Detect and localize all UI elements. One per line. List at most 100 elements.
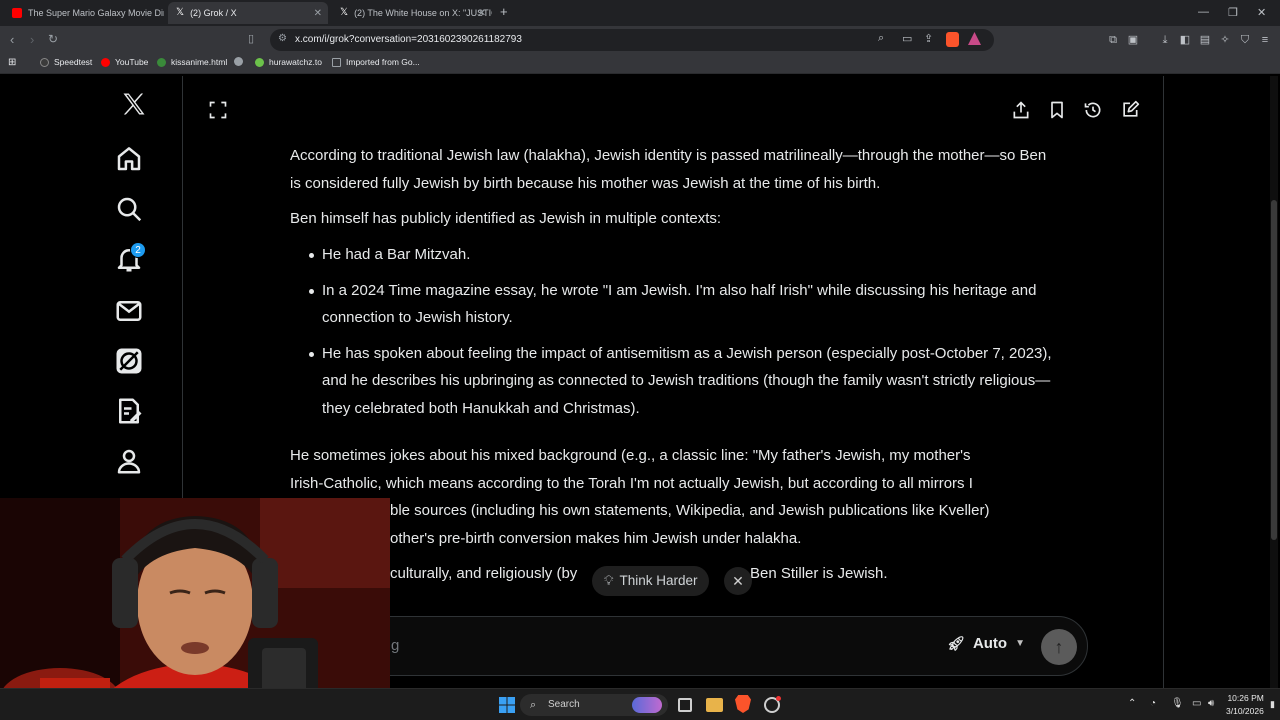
new-tab-button[interactable]: + [500,4,508,19]
list-item: He has spoken about feeling the impact o… [290,340,1060,423]
forward-icon[interactable]: › [30,32,34,47]
response-line: culturally, and religiously (by [390,565,578,582]
bookmark-kissanime[interactable]: kissanime.html [157,57,227,67]
bookmark-page-icon[interactable]: ▯ [248,32,254,45]
close-tab-icon[interactable]: ✕ [478,8,486,19]
task-view-icon[interactable] [678,698,692,712]
bookmark-label: hurawatchz.to [269,57,322,67]
grok-composer[interactable]: g 🚀︎ Auto ▼ ↑ [290,616,1088,676]
arrow-up-icon: ↑ [1054,637,1064,657]
maximize-icon[interactable]: ❐ [1228,6,1238,19]
scrollbar-thumb[interactable] [1271,200,1277,540]
hurawatch-icon [255,57,264,67]
tray-app-icon[interactable]: ◔ [1150,698,1156,709]
response-paragraph: According to traditional Jewish law (hal… [290,147,1047,192]
tab-mario-movie[interactable]: The Super Mario Galaxy Movie Direct [4,2,164,24]
brave-shield-icon[interactable] [946,32,959,47]
mode-selector[interactable]: 🚀︎ Auto ▼ [947,635,1025,652]
menu-icon[interactable]: ≡ [1258,33,1272,47]
taskbar-search[interactable]: ⌕ Search [520,694,668,716]
share-icon[interactable]: ⇪ [924,32,933,45]
response-line: other's pre-birth conversion makes him J… [390,529,802,547]
browser-tab-bar: The Super Mario Galaxy Movie Direct 𝕏 (2… [0,0,1280,26]
streamer-webcam-image [0,498,390,720]
site-info-icon[interactable]: ⚙ [278,33,287,44]
tray-chevron-up-icon[interactable]: ⌃ [1128,698,1136,709]
wallet-icon[interactable]: ▣ [1126,33,1140,47]
tab-grok[interactable]: 𝕏 (2) Grok / X ✕ [168,2,328,24]
bookmark-label: kissanime.html [171,57,228,67]
close-tab-icon[interactable]: ✕ [314,8,322,19]
reload-icon[interactable]: ↻ [48,32,58,46]
fullscreen-icon[interactable] [208,100,228,120]
bookmark-hurawatch[interactable]: hurawatchz.to [255,57,322,67]
bookmark-label: YouTube [115,57,149,67]
bookmarks-bar: ⊞ Speedtest YouTube kissanime.html huraw… [0,54,1280,74]
kissanime-icon [157,57,166,67]
wallet-card-icon[interactable]: ▤ [1198,33,1212,47]
response-line: Irish-Catholic, which means according to… [290,474,973,492]
back-icon[interactable]: ‹ [10,32,14,47]
downloads-icon[interactable]: ⤓ [1158,33,1172,47]
brave-rewards-icon[interactable] [968,32,981,45]
search-icon: ⌕ [530,699,537,711]
grok-icon[interactable] [114,346,144,376]
apps-grid-icon[interactable]: ⊞ [8,57,16,68]
tab-title: (2) Grok / X [190,8,237,18]
system-clock[interactable]: 10:26 PM 3/10/2026 [1226,692,1264,718]
bookmark-label: Imported from Go... [346,57,420,67]
tab-white-house[interactable]: 𝕏 (2) The White House on X: "JUSTICE ✕ [332,2,492,24]
response-bullet-list: He had a Bar Mitzvah. In a 2024 Time mag… [290,241,1060,422]
recording-indicator-icon [776,696,781,701]
speedtest-icon [40,57,49,67]
home-icon[interactable] [114,144,144,174]
taskbar-search-label: Search [548,699,580,710]
rocket-icon: 🚀︎ [947,635,965,651]
youtube-icon [101,57,110,67]
history-icon[interactable] [1083,100,1103,120]
list-item: In a 2024 Time magazine essay, he wrote … [290,277,1060,332]
sidebar-toggle-icon[interactable]: ◧ [1178,33,1192,47]
divider [1163,76,1164,688]
vpn-shield-icon[interactable]: ⛉ [1238,33,1252,47]
drafts-compose-icon[interactable] [114,396,144,426]
chevron-down-icon: ▼ [1015,638,1025,649]
think-harder-button[interactable]: 💡︎ Think Harder [592,566,710,596]
file-explorer-icon[interactable] [706,698,723,712]
network-icon[interactable]: ▭ [1192,698,1201,709]
minimize-icon[interactable]: — [1198,6,1209,18]
leo-ai-icon[interactable]: ✧ [1218,33,1232,47]
zoom-icon[interactable]: ⌕ [878,32,884,45]
bookmark-icon[interactable] [1047,100,1067,120]
think-harder-label: Think Harder [619,573,698,588]
close-window-icon[interactable]: ✕ [1257,6,1266,19]
bookmark-speedtest[interactable]: Speedtest [40,57,92,67]
composer-placeholder: g [391,637,400,654]
x-logo-icon[interactable] [120,90,148,118]
brave-browser-icon[interactable] [735,695,753,713]
response-paragraph: Ben himself has publicly identified as J… [290,210,722,227]
notification-count-badge: 2 [130,242,146,258]
messages-icon[interactable] [114,296,144,326]
x-favicon-icon: 𝕏 [340,7,349,18]
notifications-tray-icon[interactable]: ▮ [1270,699,1275,710]
microphone-icon[interactable]: 🎙︎ [1171,698,1184,709]
profile-icon[interactable] [114,446,144,476]
bookmark-folder-imported[interactable]: Imported from Go... [332,57,420,67]
bookmark-label: Speedtest [54,57,93,67]
list-item: He had a Bar Mitzvah. [290,241,1060,269]
bookmark-globe[interactable] [234,57,248,66]
extensions-icon[interactable]: ⧉ [1106,33,1120,47]
send-button[interactable]: ↑ [1041,629,1077,665]
address-bar[interactable]: ⚙ x.com/i/grok?conversation=203160239026… [270,29,994,51]
webcam-overlay [0,498,390,720]
search-icon[interactable] [114,194,144,224]
globe-icon [234,57,243,66]
dismiss-think-harder-icon[interactable]: ✕ [724,567,752,595]
volume-icon[interactable]: 🔊︎ [1208,698,1214,709]
new-chat-icon[interactable] [1120,100,1140,120]
windows-start-icon[interactable] [498,696,516,714]
bookmark-youtube[interactable]: YouTube [101,57,148,67]
screen-cast-icon[interactable]: ▭ [902,32,912,45]
share-icon[interactable] [1011,100,1031,120]
